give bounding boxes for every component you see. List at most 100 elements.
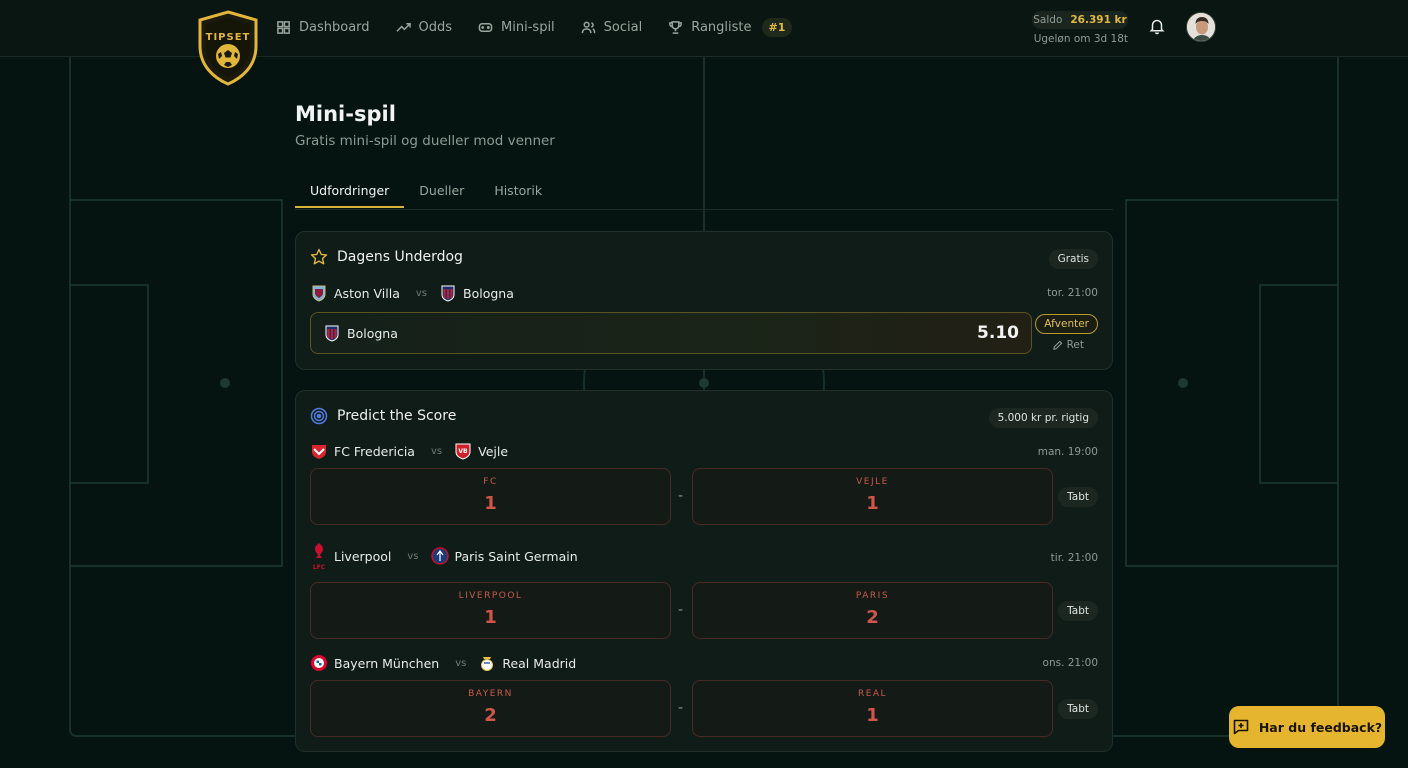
bell-icon[interactable]	[1148, 17, 1166, 35]
nav-label: Mini-spil	[501, 19, 555, 35]
vs-label: vs	[407, 550, 419, 562]
vs-label: vs	[455, 657, 467, 669]
trend-up-icon	[395, 22, 411, 32]
nav-label: Social	[603, 19, 643, 35]
home-team: Aston Villa	[334, 285, 400, 301]
score-value: 1	[484, 493, 497, 514]
away-score-box[interactable]: REAL 1	[692, 680, 1053, 737]
bologna-crest-icon	[441, 285, 455, 302]
card-header: Predict the Score	[310, 407, 456, 425]
status-badge: Afventer	[1035, 314, 1098, 334]
score-value: 1	[866, 705, 879, 726]
match-info: LFC Liverpool vs Paris Saint Germain	[310, 541, 578, 571]
score-separator: -	[678, 602, 684, 618]
bayern-crest-icon	[311, 655, 327, 671]
team-short: REAL	[857, 689, 888, 699]
underdog-card: Dagens Underdog Gratis Aston Villa vs Bo…	[295, 231, 1113, 370]
svg-text:TIPSET: TIPSET	[206, 32, 251, 43]
page-subtitle: Gratis mini-spil og dueller mod venner	[295, 133, 555, 149]
saldo-value: 26.391 kr	[1070, 14, 1127, 26]
card-title: Predict the Score	[337, 408, 457, 424]
score-value: 1	[866, 493, 879, 514]
away-team: Vejle	[478, 443, 509, 459]
home-team: Liverpool	[334, 548, 392, 564]
score-value: 1	[484, 607, 497, 628]
kickoff-time: ons. 21:00	[1042, 657, 1098, 669]
score-value: 2	[866, 607, 879, 628]
nav-dashboard[interactable]: Dashboard	[276, 20, 370, 35]
liverpool-crest-icon: LFC	[313, 543, 326, 571]
rank-badge: #1	[761, 17, 793, 37]
nav-odds[interactable]: Odds	[395, 19, 453, 35]
team-short: BAYERN	[468, 689, 513, 699]
user-photo	[1187, 13, 1215, 41]
result-badge: Tabt	[1058, 699, 1098, 719]
bologna-crest-icon	[325, 325, 339, 342]
home-score-box[interactable]: FC 1	[310, 468, 671, 525]
message-plus-icon	[1233, 719, 1249, 735]
vs-label: vs	[415, 287, 428, 299]
prize-chip: 5.000 kr pr. rigtig	[988, 408, 1098, 428]
real-madrid-crest-icon	[481, 657, 494, 671]
kickoff-time: tir. 21:00	[1050, 552, 1098, 564]
result-badge: Tabt	[1058, 487, 1098, 507]
feedback-button[interactable]: Har du feedback?	[1229, 706, 1385, 748]
users-icon	[581, 21, 596, 33]
home-team: FC Fredericia	[334, 443, 415, 459]
result-badge: Tabt	[1058, 601, 1098, 621]
target-icon	[310, 407, 328, 425]
home-score-box[interactable]: BAYERN 2	[310, 680, 671, 737]
nav-rangliste[interactable]: Rangliste #1	[668, 17, 793, 37]
match-info: Bayern München vs Real Madrid	[310, 654, 576, 672]
vejle-crest-icon: VB	[455, 443, 471, 460]
card-header: Dagens Underdog	[310, 248, 463, 266]
vs-label: vs	[430, 445, 443, 457]
pencil-icon	[1052, 340, 1062, 350]
nav-social[interactable]: Social	[581, 19, 643, 35]
tab-dueller[interactable]: Dueller	[404, 174, 479, 208]
team-short: VEJLE	[856, 477, 889, 487]
main-nav: Dashboard Odds Mini-spil Social Ranglist…	[276, 0, 818, 54]
avatar[interactable]	[1186, 12, 1216, 42]
nav-mini-spil[interactable]: Mini-spil	[478, 20, 555, 35]
team-short: LIVERPOOL	[458, 591, 523, 601]
star-icon	[310, 248, 328, 265]
match-info: FC Fredericia vs VB Vejle	[310, 442, 508, 460]
kickoff-time: tor. 21:00	[1047, 287, 1098, 299]
edit-button[interactable]: Ret	[1052, 339, 1084, 351]
gamepad-icon	[478, 22, 493, 32]
svg-text:VB: VB	[459, 448, 469, 455]
score-value: 2	[484, 705, 497, 726]
away-team: Paris Saint Germain	[454, 548, 578, 564]
feedback-label: Har du feedback?	[1258, 719, 1383, 735]
picked-team: Bologna	[347, 325, 398, 341]
kickoff-time: man. 19:00	[1037, 446, 1098, 458]
home-score-box[interactable]: LIVERPOOL 1	[310, 582, 671, 639]
away-score-box[interactable]: VEJLE 1	[692, 468, 1053, 525]
pick-odds: 5.10	[977, 323, 1019, 343]
nav-label: Rangliste	[691, 19, 752, 35]
team-short: PARIS	[855, 591, 890, 601]
trophy-icon	[669, 20, 683, 34]
edit-label: Ret	[1066, 339, 1084, 351]
away-score-box[interactable]: PARIS 2	[692, 582, 1053, 639]
psg-crest-icon	[430, 547, 449, 565]
predict-score-card: Predict the Score 5.000 kr pr. rigtig FC…	[295, 390, 1113, 752]
grid-icon	[277, 20, 290, 34]
home-team: Bayern München	[334, 655, 440, 671]
tab-historik[interactable]: Historik	[479, 174, 557, 208]
saldo-pill[interactable]: Saldo 26.391 kr	[1032, 11, 1128, 29]
match-info: Aston Villa vs Bologna	[310, 284, 514, 302]
score-separator: -	[678, 488, 684, 504]
team-short: FC	[483, 477, 498, 487]
aston-villa-crest-icon	[312, 285, 326, 302]
card-title: Dagens Underdog	[337, 249, 463, 265]
tab-udfordringer[interactable]: Udfordringer	[295, 174, 405, 208]
tipset-logo[interactable]: TIPSET	[196, 10, 260, 86]
nav-label: Odds	[418, 19, 453, 35]
svg-text:LFC: LFC	[313, 564, 326, 571]
underdog-pick[interactable]: Bologna 5.10	[310, 312, 1032, 354]
fc-fredericia-crest-icon	[312, 445, 326, 459]
page-title: Mini-spil	[295, 102, 396, 126]
nav-label: Dashboard	[299, 19, 370, 35]
